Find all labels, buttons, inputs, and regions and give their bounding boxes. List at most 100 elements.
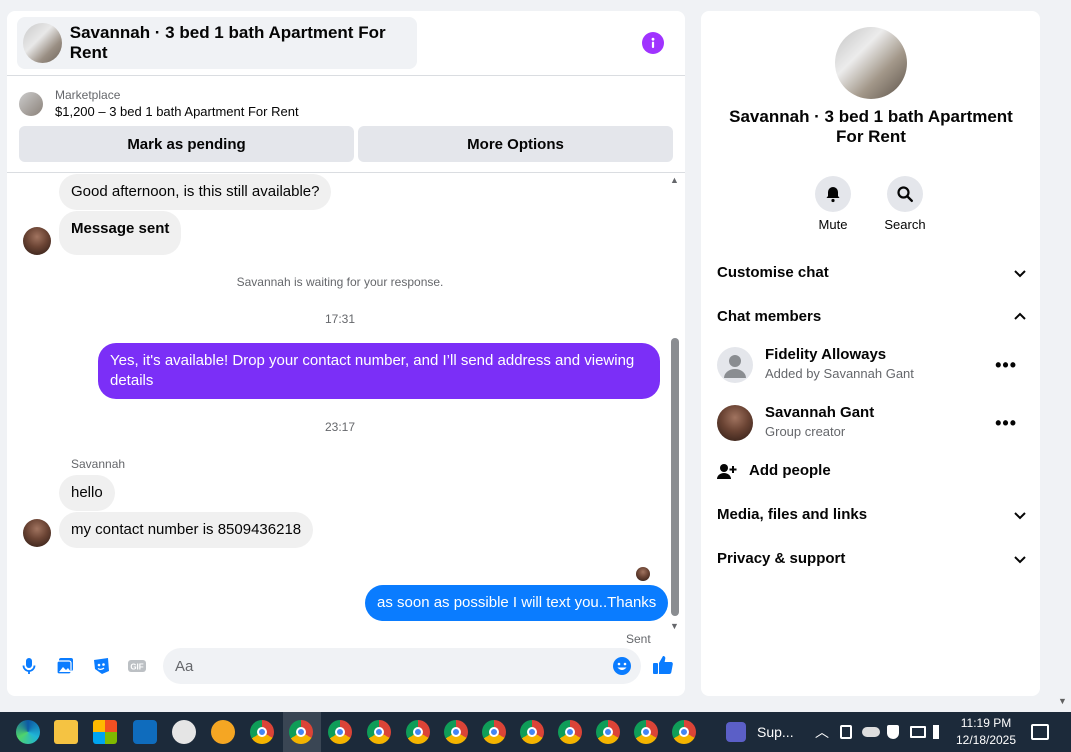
bell-icon [826,187,840,203]
notification-icon[interactable] [1031,724,1049,740]
message-list: Good afternoon, is this still available?… [7,173,673,646]
chrome-icon[interactable] [672,720,696,744]
chrome-icon[interactable] [634,720,658,744]
search-label: Search [884,217,926,232]
member-row[interactable]: Fidelity Alloways Added by Savannah Gant… [717,345,1027,385]
chrome-icon[interactable] [406,720,430,744]
shield-icon[interactable] [887,725,899,739]
composer: GIF [7,646,685,686]
clock-time: 11:19 PM [960,716,1012,730]
header-divider [7,75,685,76]
edge-icon[interactable] [16,720,40,744]
chrome-icon[interactable] [367,720,391,744]
chrome-icon[interactable] [444,720,468,744]
member-row[interactable]: Savannah Gant Group creator ••• [717,403,1027,443]
scroll-down-arrow[interactable]: ▼ [670,621,679,631]
member-subtitle: Added by Savannah Gant [765,366,914,381]
chevron-up-icon [1014,312,1026,320]
search-button[interactable] [887,176,923,212]
waiting-note: Savannah is waiting for your response. [236,275,444,289]
chat-header[interactable]: Savannah · 3 bed 1 bath Apartment For Re… [17,17,417,69]
microphone-icon[interactable] [19,656,39,676]
chat-title: Savannah · 3 bed 1 bath Apartment For Re… [69,23,386,62]
customise-chat-section[interactable]: Customise chat [717,264,1027,281]
chat-members-section[interactable]: Chat members [717,308,1027,325]
more-icon[interactable]: ••• [995,355,1017,376]
member-name: Fidelity Alloways [765,346,887,363]
info-icon[interactable] [642,32,664,54]
read-receipt-avatar [636,567,650,581]
svg-text:GIF: GIF [130,663,143,672]
scroll-up-arrow[interactable]: ▲ [670,175,679,185]
search-icon [897,186,913,202]
chat-photo [835,27,907,99]
taskbar: Sup... ︿ 11:19 PM 12/18/2025 [0,712,1071,752]
avatar[interactable] [23,227,51,255]
mute-label: Mute [818,217,848,232]
message-input[interactable] [163,648,641,684]
chrome-icon[interactable] [289,720,313,744]
outlook-icon[interactable] [133,720,157,744]
taskbar-app-label[interactable]: Sup... [757,724,794,740]
media-files-links-label: Media, files and links [717,506,868,523]
timestamp: 23:17 [324,420,356,434]
like-icon[interactable] [652,654,674,676]
chrome-icon[interactable] [596,720,620,744]
chevron-down-icon [1014,555,1026,563]
network-icon[interactable] [910,726,926,738]
volume-icon[interactable] [933,725,947,739]
more-icon[interactable]: ••• [995,413,1017,434]
chrome-icon[interactable] [482,720,506,744]
chrome-icon[interactable] [520,720,544,744]
chevron-up-icon[interactable]: ︿ [815,722,829,742]
member-name: Savannah Gant [765,404,875,421]
sender-name: Savannah [71,457,126,471]
message-bubble: Message sent [59,211,182,255]
tray-icon[interactable] [840,725,852,739]
page-scroll-down-arrow[interactable]: ▼ [1058,696,1067,706]
message-bubble-outgoing: as soon as possible I will text you..Tha… [365,585,669,621]
message-bubble-outgoing: Yes, it's available! Drop your contact n… [98,343,660,399]
default-avatar [717,347,753,383]
chat-panel: Savannah · 3 bed 1 bath Apartment For Re… [7,11,685,696]
listing-thumbnail [23,23,62,63]
avatar [717,405,753,441]
mark-as-pending-button[interactable]: Mark as pending [19,126,354,162]
photo-icon[interactable] [55,656,75,676]
chat-details-panel: Savannah · 3 bed 1 bath Apartment For Re… [701,11,1040,696]
customise-chat-label: Customise chat [717,264,829,281]
scrollbar-thumb[interactable] [671,338,679,616]
timestamp: 17:31 [324,312,356,326]
cloud-icon[interactable] [862,727,880,737]
chrome-icon[interactable] [558,720,582,744]
file-explorer-icon[interactable] [54,720,78,744]
system-clock[interactable]: 11:19 PM 12/18/2025 [950,715,1022,749]
chrome-icon[interactable] [328,720,352,744]
message-bubble: Good afternoon, is this still available? [59,174,332,210]
weather-icon[interactable] [211,720,235,744]
app-icon[interactable] [726,722,746,742]
emoji-icon[interactable] [612,656,632,676]
more-options-button[interactable]: More Options [358,126,673,162]
store-icon[interactable] [93,720,117,744]
mute-button[interactable] [815,176,851,212]
member-subtitle: Group creator [765,424,846,439]
privacy-support-label: Privacy & support [717,550,846,567]
paint-icon[interactable] [172,720,196,744]
message-status: Sent [626,632,651,646]
add-people-button[interactable]: Add people [717,462,1027,479]
marketplace-listing[interactable]: Marketplace $1,200 – 3 bed 1 bath Apartm… [19,87,299,121]
sticker-icon[interactable] [91,656,111,676]
chat-details-title: Savannah · 3 bed 1 bath Apartment For Re… [729,107,1013,146]
marketplace-label: Marketplace [55,88,121,102]
privacy-support-section[interactable]: Privacy & support [717,550,1027,567]
media-files-links-section[interactable]: Media, files and links [717,506,1027,523]
clock-date: 12/18/2025 [955,733,1017,747]
message-bubble: my contact number is 8509436218 [59,512,314,548]
marketplace-thumbnail [19,92,43,116]
avatar[interactable] [23,519,51,547]
gif-icon[interactable]: GIF [127,656,147,676]
message-bubble: hello [59,475,115,511]
chat-members-label: Chat members [717,308,822,325]
chrome-icon[interactable] [250,720,274,744]
